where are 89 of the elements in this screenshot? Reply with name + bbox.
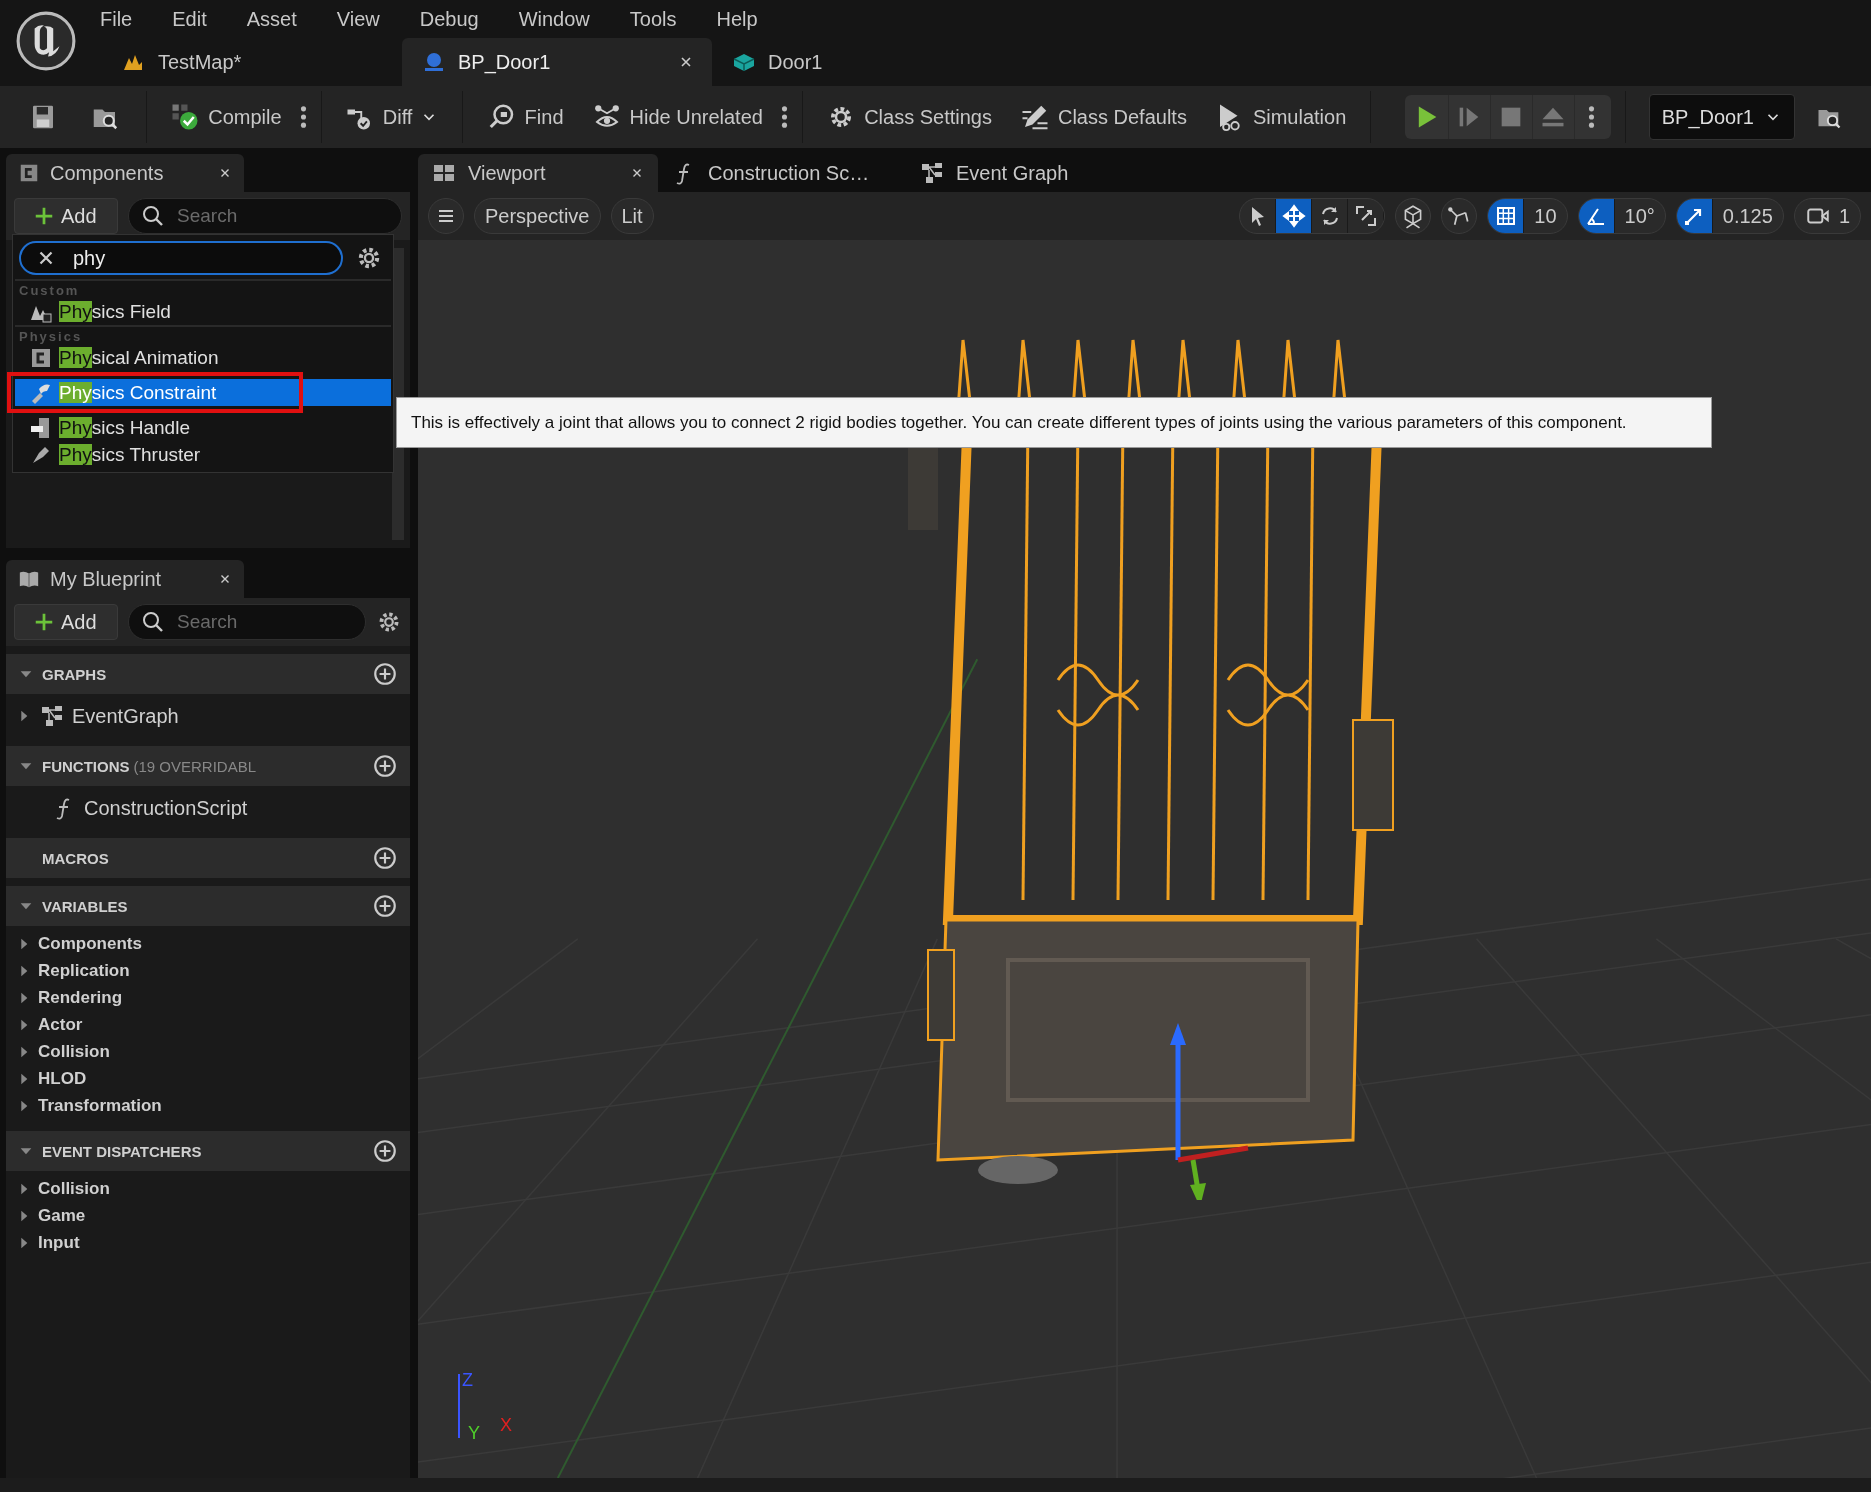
menu-item[interactable]: Debug (419, 7, 479, 31)
toolbar-button[interactable]: Hide Unrelated (581, 95, 773, 139)
category-label: Custom (18, 282, 81, 298)
toolbar-button[interactable]: Find (476, 95, 574, 139)
add-icon[interactable] (372, 753, 398, 779)
more-icon (780, 105, 788, 129)
tree-item[interactable]: Collision (6, 1038, 410, 1065)
plus-icon (33, 205, 55, 227)
view-mode-button[interactable]: Lit (610, 198, 654, 234)
search-input[interactable]: Search (175, 610, 353, 634)
blueprint-icon (422, 50, 446, 74)
plus-icon (33, 611, 55, 633)
section-title: FUNCTIONS (42, 757, 130, 775)
section-header[interactable]: EVENT DISPATCHERS (6, 1131, 410, 1171)
axis-label: Y (468, 1423, 480, 1444)
tree-item[interactable]: Rendering (6, 984, 410, 1011)
tree-item[interactable]: Components (6, 930, 410, 957)
section-header[interactable]: VARIABLES (6, 886, 410, 926)
snap-value[interactable]: 10° (1614, 199, 1665, 233)
menu-item[interactable]: Edit (172, 7, 207, 31)
menu-button[interactable] (428, 198, 464, 234)
tree-item[interactable]: Collision (6, 1175, 410, 1202)
menu-item[interactable]: Help (716, 7, 758, 31)
document-tab[interactable]: BP_Door1 (402, 38, 712, 86)
tree-item[interactable]: EventGraph (6, 698, 410, 734)
section-header[interactable]: FUNCTIONS (19 OVERRIDABL (6, 746, 410, 786)
axis-label: X (500, 1415, 512, 1436)
editor-tab[interactable]: Viewport (418, 154, 658, 192)
add-icon[interactable] (372, 661, 398, 687)
section-header[interactable]: MACROS (6, 838, 410, 878)
graph-icon (40, 704, 64, 728)
snap-toggle[interactable] (1488, 199, 1525, 233)
axes-button[interactable] (1441, 198, 1478, 234)
toolbar-button[interactable]: Diff (334, 95, 449, 139)
menu-item[interactable]: Tools (629, 7, 677, 31)
add-button[interactable]: Add (14, 198, 118, 234)
scale-icon (1353, 204, 1378, 228)
toolbar-button[interactable]: Class Settings (816, 95, 1002, 139)
graph-icon (920, 161, 944, 185)
add-button[interactable]: Add (14, 604, 118, 640)
search-input[interactable]: Search (175, 204, 389, 228)
add-icon[interactable] (372, 845, 398, 871)
snap-toggle[interactable] (1578, 199, 1615, 233)
tree-item[interactable]: Replication (6, 957, 410, 984)
search-field[interactable]: Search (128, 198, 402, 234)
section-note: (19 OVERRIDABL (133, 757, 257, 775)
section-header[interactable]: GRAPHS (6, 654, 410, 694)
search-icon (141, 610, 165, 634)
tree-item[interactable]: HLOD (6, 1065, 410, 1092)
engine-logo-icon[interactable] (15, 10, 77, 72)
menu-item[interactable]: Window (518, 7, 590, 31)
more-icon (1588, 105, 1595, 129)
panel-tab[interactable]: Components (6, 154, 244, 192)
snap-value[interactable]: 0.125 (1712, 199, 1783, 233)
search-input[interactable]: phy (71, 245, 327, 271)
tree-item[interactable]: Transformation (6, 1092, 410, 1119)
surface-snap-button[interactable] (1395, 198, 1432, 234)
search-field[interactable]: Search (128, 604, 366, 640)
menu-item[interactable]: File (100, 7, 133, 31)
panel-tab[interactable]: My Blueprint (6, 560, 244, 598)
toolbar-button[interactable]: Simulation (1204, 95, 1357, 139)
editor-tab[interactable]: Event Graph (906, 154, 1154, 192)
menu-item[interactable]: Asset (246, 7, 297, 31)
tree-item[interactable]: Input (6, 1229, 410, 1256)
document-tab[interactable]: TestMap* (102, 38, 402, 86)
menu-item[interactable]: View (336, 7, 380, 31)
snap-toggle[interactable] (1676, 199, 1713, 233)
tooltip: This is effectively a joint that allows you to connect 2 rigid bodies together. You can create different types of joints using the various parameters of this component. (396, 397, 1712, 448)
component-icon (18, 162, 40, 184)
camera-speed-button[interactable]: 1 (1793, 198, 1861, 234)
tree-item[interactable]: Game (6, 1202, 410, 1229)
add-icon[interactable] (372, 893, 398, 919)
tree-item[interactable]: ConstructionScript (6, 790, 410, 826)
move-icon (1281, 204, 1306, 228)
snap-value[interactable]: 10 (1524, 199, 1567, 233)
category-label: Physics (18, 328, 84, 344)
tree-item[interactable]: Actor (6, 1011, 410, 1038)
view-mode-button[interactable]: Perspective (474, 198, 601, 234)
debug-object-dropdown[interactable]: BP_Door1 (1648, 94, 1795, 140)
search-icon (141, 204, 165, 228)
document-tab[interactable]: Door1 (712, 38, 841, 86)
move-tool-button[interactable] (1276, 199, 1313, 233)
editor-tab[interactable]: Construction Sc… (658, 154, 906, 192)
axis-label: Z (462, 1370, 473, 1391)
add-icon[interactable] (372, 1138, 398, 1164)
more-icon (299, 105, 307, 129)
toolbar-button[interactable]: Class Defaults (1010, 95, 1197, 139)
toolbar-button[interactable]: Compile (160, 95, 292, 139)
search-field[interactable]: phy (19, 241, 343, 275)
